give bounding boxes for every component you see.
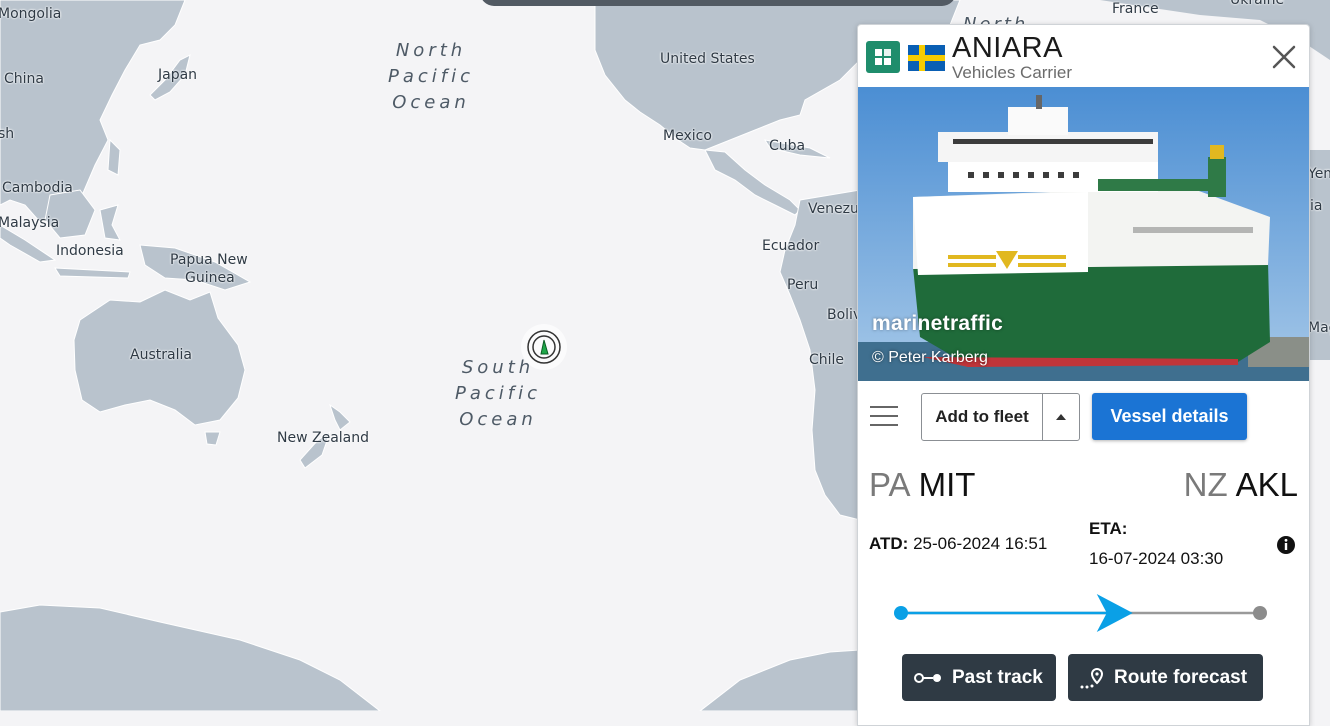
add-to-fleet-group: Add to fleet — [921, 393, 1080, 441]
map-label-mongolia: Mongolia — [0, 6, 62, 22]
map-label-venezuela: Venezu — [808, 201, 859, 217]
map-label-papua-new-guinea-2: Guinea — [185, 270, 235, 286]
map-label-ecuador: Ecuador — [762, 238, 820, 254]
departure-port-code: MIT — [918, 466, 976, 503]
departure-port[interactable]: PA MIT — [869, 466, 975, 504]
info-icon[interactable] — [1276, 535, 1296, 555]
vessel-target-icon — [527, 330, 561, 364]
route-forecast-button[interactable]: Route forecast — [1068, 654, 1263, 701]
progress-start-dot — [894, 606, 908, 620]
atd-row: ATD: 25-06-2024 16:51 — [869, 534, 1047, 554]
destination-country-code: NZ — [1183, 466, 1228, 503]
map-label-france: France — [1112, 1, 1159, 17]
photo-watermark: marinetraffic — [872, 312, 1004, 335]
vessel-type: Vehicles Carrier — [952, 63, 1072, 82]
panel-actions: Add to fleet Vessel details — [858, 393, 1309, 443]
atd-label: ATD: — [869, 534, 909, 553]
ocean-north-line-3: Ocean — [392, 92, 470, 113]
map-label-malaysia: Malaysia — [0, 215, 60, 231]
close-icon[interactable] — [1268, 41, 1300, 73]
vessel-marker[interactable] — [521, 324, 567, 370]
track-icon — [914, 672, 941, 683]
vessel-photo[interactable]: marinetraffic © Peter Karberg — [858, 87, 1309, 381]
ship-image — [858, 87, 1309, 381]
panel-header: ANIARA Vehicles Carrier — [858, 25, 1309, 87]
destination-port[interactable]: NZ AKL — [1184, 466, 1298, 504]
map-label-chile: Chile — [809, 352, 845, 368]
past-track-button[interactable]: Past track — [902, 654, 1056, 701]
sweden-flag-icon — [908, 45, 945, 71]
ocean-north-line-1: North — [395, 40, 467, 61]
ocean-south-line-3: Ocean — [459, 409, 537, 430]
eta-label: ETA: — [1089, 519, 1128, 538]
route-forecast-label: Route forecast — [1114, 666, 1248, 688]
add-to-fleet-button[interactable]: Add to fleet — [922, 394, 1043, 440]
progress-end-dot — [1253, 606, 1267, 620]
map-label-yemen-partial: Yem — [1308, 166, 1330, 182]
map-label-peru: Peru — [787, 277, 819, 293]
map-label-new-zealand: New Zealand — [277, 430, 369, 446]
voyage-progress — [894, 594, 1267, 632]
route-pin-icon — [1080, 667, 1104, 688]
fleet-dropdown-toggle[interactable] — [1043, 394, 1079, 440]
map-label-mexico: Mexico — [663, 128, 712, 144]
map-label-china: China — [4, 71, 44, 87]
ocean-label-north-pacific: North Pacific Ocean — [388, 38, 474, 116]
hamburger-icon[interactable] — [870, 406, 898, 428]
destination-port-code: AKL — [1235, 466, 1298, 503]
departure-country-code: PA — [869, 466, 911, 503]
map-label-ukraine: Ukraine — [1230, 0, 1285, 8]
eta-value: 16-07-2024 03:30 — [1089, 549, 1224, 568]
map-label-australia: Australia — [130, 347, 192, 363]
map-label-cambodia: Cambodia — [2, 180, 73, 196]
map-label-cuba: Cuba — [769, 138, 806, 154]
map-label-papua-new-guinea-1: Papua New — [170, 252, 248, 268]
map-label-united-states: United States — [660, 51, 755, 67]
caret-up-icon — [1056, 414, 1066, 420]
map-label-ia-partial: ia — [1310, 198, 1323, 214]
vessel-type-icon — [866, 41, 900, 73]
map-label-mag-partial: Mag — [1308, 320, 1330, 336]
past-track-label: Past track — [952, 666, 1043, 688]
vessel-info-panel: ANIARA Vehicles Carrier marinetraffic © … — [857, 24, 1310, 726]
map-label-japan: Japan — [158, 67, 198, 83]
map-label-indonesia: Indonesia — [56, 243, 124, 259]
ocean-north-line-2: Pacific — [388, 66, 475, 87]
top-toolbar — [480, 0, 956, 6]
map-label-sh: sh — [0, 126, 15, 142]
ocean-south-line-2: Pacific — [455, 383, 542, 404]
vessel-name: ANIARA — [952, 32, 1063, 64]
vessel-details-button[interactable]: Vessel details — [1092, 393, 1247, 440]
atd-value: 25-06-2024 16:51 — [913, 534, 1048, 553]
photo-credit: © Peter Karberg — [872, 349, 988, 366]
